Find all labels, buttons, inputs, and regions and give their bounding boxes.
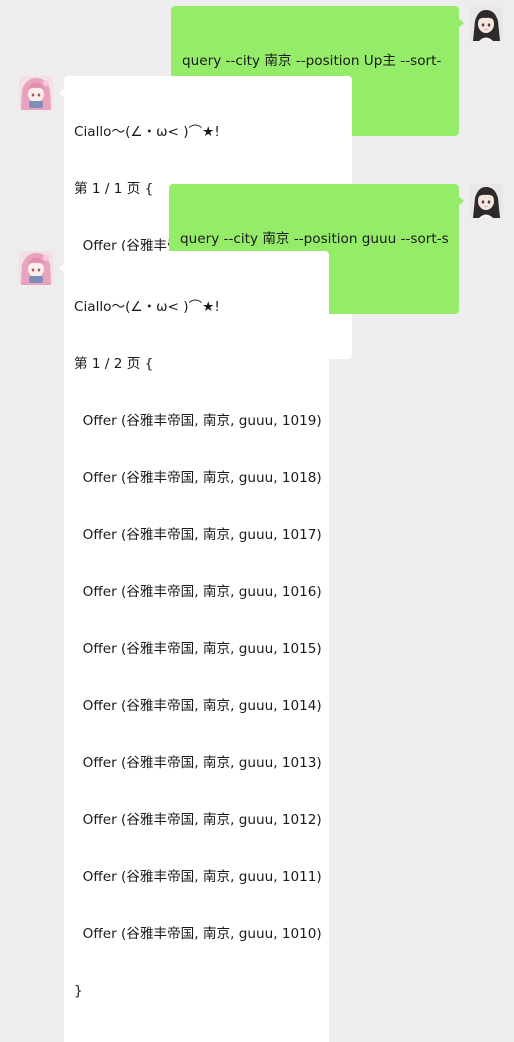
message-line: Offer (谷雅丰帝国, 南京, guuu, 1015) [74, 641, 322, 657]
incoming-message-bubble[interactable]: Ciallo～(∠・ω< )⌒★! 第 1 / 2 页 { Offer (谷雅丰… [59, 251, 329, 1042]
message-line: Offer (谷雅丰帝国, 南京, guuu, 1016) [74, 584, 322, 600]
message-line: Offer (谷雅丰帝国, 南京, guuu, 1011) [74, 869, 322, 885]
pink-hair-girl-avatar[interactable] [19, 76, 53, 110]
dark-hair-girl-avatar[interactable] [469, 184, 503, 218]
message-line: Offer (谷雅丰帝国, 南京, guuu, 1017) [74, 527, 322, 543]
message-line: Offer (谷雅丰帝国, 南京, guuu, 1010) [74, 926, 322, 942]
pink-hair-girl-avatar-image [19, 76, 53, 110]
dark-hair-girl-avatar-image [469, 184, 503, 218]
message-line: Offer (谷雅丰帝国, 南京, guuu, 1018) [74, 470, 322, 486]
message-line: Offer (谷雅丰帝国, 南京, guuu, 1012) [74, 812, 322, 828]
message-line: 第 1 / 2 页 { [74, 356, 154, 372]
dark-hair-girl-avatar[interactable] [469, 7, 503, 41]
message-line: Ciallo～(∠・ω< )⌒★! [74, 124, 220, 140]
message-line: Offer (谷雅丰帝国, 南京, guuu, 1014) [74, 698, 322, 714]
pink-hair-girl-avatar-image [19, 251, 53, 285]
message-line: Offer (谷雅丰帝国, 南京, guuu, 1013) [74, 755, 322, 771]
dark-hair-girl-avatar-image [469, 7, 503, 41]
pink-hair-girl-avatar[interactable] [19, 251, 53, 285]
message-line: Offer (谷雅丰帝国, 南京, guuu, 1019) [74, 413, 322, 429]
message-line: } [74, 983, 83, 999]
chat-area: query --city 南京 --position Up主 --sort-ne… [0, 0, 514, 1042]
message-line: Ciallo～(∠・ω< )⌒★! [74, 299, 220, 315]
